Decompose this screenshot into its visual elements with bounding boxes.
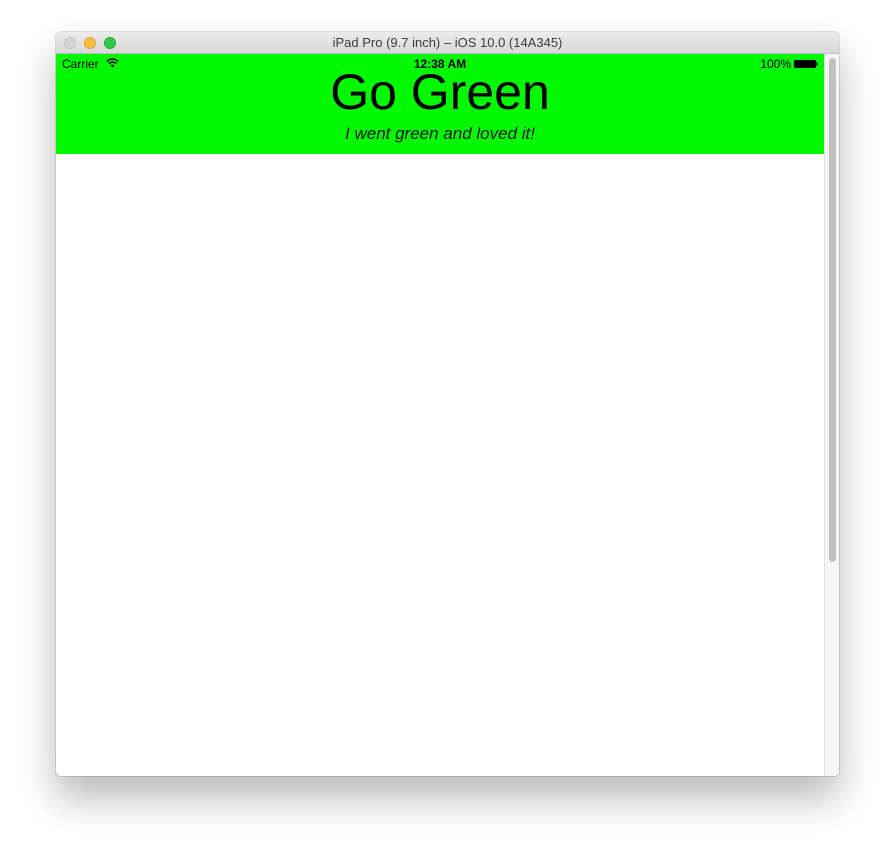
window-titlebar[interactable]: iPad Pro (9.7 inch) – iOS 10.0 (14A345)	[56, 32, 839, 54]
page-subtitle: I went green and loved it!	[345, 124, 535, 143]
window-title: iPad Pro (9.7 inch) – iOS 10.0 (14A345)	[332, 35, 563, 50]
vertical-scrollbar[interactable]	[824, 54, 839, 776]
header-banner: Carrier 12:38 AM 100% Go Green I went gr…	[56, 54, 824, 154]
scrollbar-thumb[interactable]	[829, 58, 836, 562]
device-screen[interactable]: Carrier 12:38 AM 100% Go Green I went gr…	[56, 54, 824, 776]
page-title: Go Green	[330, 64, 550, 120]
simulator-window: iPad Pro (9.7 inch) – iOS 10.0 (14A345) …	[56, 32, 839, 776]
